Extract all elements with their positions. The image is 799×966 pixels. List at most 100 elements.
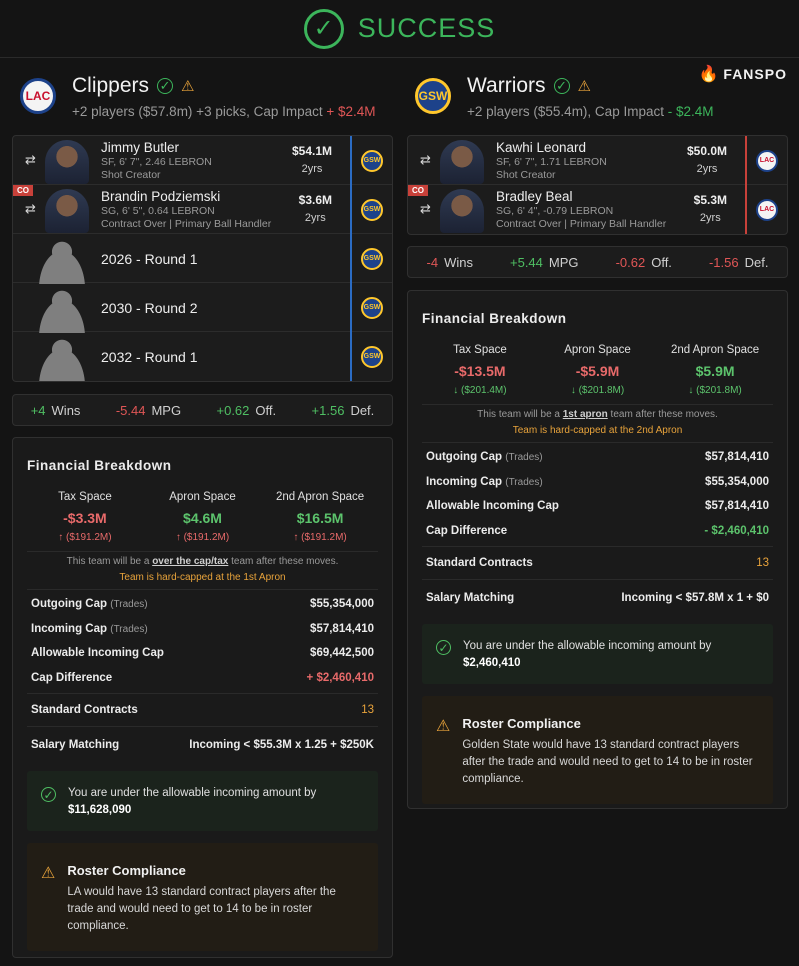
row-label: Cap Difference bbox=[31, 671, 113, 684]
team-status-note: This team will be a over the cap/tax tea… bbox=[27, 556, 378, 567]
player-row[interactable]: CO ⇄ Brandin Podziemski SG, 6' 5", 0.64 … bbox=[13, 185, 392, 234]
row-label: Standard Contracts bbox=[426, 557, 533, 570]
row-value: $57,814,410 bbox=[705, 451, 769, 464]
space-columns: Tax Space -$3.3M ↑ ($191.2M) Apron Space… bbox=[27, 491, 378, 543]
hard-cap-note: Team is hard-capped at the 1st Apron bbox=[119, 572, 286, 583]
player-row[interactable]: ⇄ Jimmy Butler SF, 6' 7", 2.46 LEBRON Sh… bbox=[13, 136, 392, 185]
team-summary: +2 players ($55.4m), Cap Impact - $2.4M bbox=[467, 104, 714, 119]
player-headshot bbox=[440, 140, 484, 184]
swap-icon[interactable]: ⇄ bbox=[25, 152, 36, 168]
player-name[interactable]: Bradley Beal bbox=[496, 189, 666, 204]
row-value: 13 bbox=[756, 557, 769, 570]
status-link[interactable]: 1st apron bbox=[563, 409, 608, 420]
row-tag: (Trades) bbox=[110, 623, 148, 635]
warning-icon: ⚠ bbox=[577, 78, 591, 95]
pick-row[interactable]: 2032 - Round 1 GSW bbox=[13, 332, 392, 381]
second-apron-space: 2nd Apron Space $16.5M ↑ ($191.2M) bbox=[262, 491, 378, 543]
row-tag: (Trades) bbox=[505, 452, 543, 464]
destination-team[interactable]: GSW bbox=[350, 185, 392, 234]
tax-space: Tax Space -$3.3M ↑ ($191.2M) bbox=[27, 491, 143, 543]
row-tag: (Trades) bbox=[110, 599, 148, 611]
row-value: $55,354,000 bbox=[705, 475, 769, 488]
team-header-right: GSW Warriors ✓ ⚠ +2 players ($55.4m), Ca… bbox=[415, 74, 714, 119]
player-name[interactable]: Kawhi Leonard bbox=[496, 140, 607, 155]
notice-amount: $11,628,090 bbox=[68, 804, 132, 816]
stat-def: +1.56 Def. bbox=[312, 403, 375, 418]
row-label: Outgoing Cap bbox=[31, 598, 108, 611]
row-label: Outgoing Cap bbox=[426, 451, 503, 464]
player-name[interactable]: Jimmy Butler bbox=[101, 140, 212, 155]
col-threshold: ↓ ($201.8M) bbox=[570, 385, 625, 396]
impact-stats-right: -4 Wins +5.44 MPG -0.62 Off. -1.56 Def. bbox=[407, 246, 788, 278]
player-row[interactable]: ⇄ Kawhi Leonard SF, 6' 7", 1.71 LEBRON S… bbox=[408, 136, 787, 185]
player-name[interactable]: Brandin Podziemski bbox=[101, 189, 271, 204]
row-value: + $2,460,410 bbox=[306, 671, 374, 684]
warning-title: Roster Compliance bbox=[462, 716, 581, 731]
row-label: Incoming Cap bbox=[31, 622, 108, 635]
outgoing-cap-row: Outgoing Cap (Trades) $57,814,410 bbox=[426, 445, 769, 470]
allowable-cap-row: Allowable Incoming Cap $57,814,410 bbox=[426, 494, 769, 519]
player-role: Shot Creator bbox=[101, 169, 161, 181]
summary-text: +2 players ($55.4m), Cap Impact bbox=[467, 104, 664, 119]
contract-years: 2yrs bbox=[696, 163, 718, 175]
summary-text: +2 players ($57.8m) +3 picks, Cap Impact bbox=[72, 104, 323, 119]
stat-mpg: -5.44 MPG bbox=[116, 403, 181, 418]
col-value: -$13.5M bbox=[454, 363, 506, 379]
incoming-assets-right: ⇄ Kawhi Leonard SF, 6' 7", 1.71 LEBRON S… bbox=[407, 135, 788, 235]
tax-space: Tax Space -$13.5M ↓ ($201.4M) bbox=[422, 344, 538, 396]
warning-icon: ⚠ bbox=[181, 78, 195, 95]
roster-compliance-warning: ⚠ Roster Compliance LA would have 13 sta… bbox=[27, 843, 378, 951]
placeholder-avatar-icon bbox=[31, 336, 93, 381]
clippers-logo-icon: LAC bbox=[20, 78, 56, 114]
swap-icon[interactable]: ⇄ bbox=[25, 201, 36, 217]
cap-difference-row: Cap Difference - $2,460,410 bbox=[426, 519, 769, 544]
clippers-logo-icon: LAC bbox=[756, 198, 778, 221]
player-meta: SF, 6' 7", 1.71 LEBRON bbox=[496, 156, 607, 168]
destination-team[interactable]: GSW bbox=[350, 234, 392, 283]
row-value: $57,814,410 bbox=[705, 500, 769, 513]
row-label: Salary Matching bbox=[31, 738, 120, 751]
stat-value: +4 bbox=[30, 402, 46, 418]
under-allowable-notice: ✓ You are under the allowable incoming a… bbox=[422, 624, 773, 684]
swap-icon[interactable]: ⇄ bbox=[420, 201, 431, 217]
stat-def: -1.56 Def. bbox=[709, 255, 768, 270]
player-row[interactable]: CO ⇄ Bradley Beal SG, 6' 4", -0.79 LEBRO… bbox=[408, 185, 787, 234]
warning-icon: ⚠ bbox=[436, 718, 451, 735]
destination-team[interactable]: GSW bbox=[350, 332, 392, 381]
player-salary: $50.0M bbox=[686, 144, 727, 158]
check-circle-icon: ✓ bbox=[436, 640, 451, 655]
warriors-logo-icon: GSW bbox=[361, 247, 383, 270]
under-allowable-notice: ✓ You are under the allowable incoming a… bbox=[27, 771, 378, 831]
warriors-logo-icon: GSW bbox=[415, 78, 451, 114]
stat-label: Wins bbox=[444, 254, 473, 270]
contract-over-badge: CO bbox=[408, 185, 428, 196]
row-value: Incoming < $55.3M x 1.25 + $250K bbox=[189, 738, 374, 751]
destination-team[interactable]: GSW bbox=[350, 283, 392, 332]
destination-team[interactable]: LAC bbox=[745, 185, 787, 234]
destination-team[interactable]: LAC bbox=[745, 136, 787, 185]
pick-row[interactable]: 2026 - Round 1 GSW bbox=[13, 234, 392, 284]
stat-label: Off. bbox=[651, 254, 672, 270]
cap-difference-row: Cap Difference + $2,460,410 bbox=[31, 666, 374, 691]
pick-row[interactable]: 2030 - Round 2 GSW bbox=[13, 283, 392, 333]
allowable-cap-row: Allowable Incoming Cap $69,442,500 bbox=[31, 641, 374, 666]
destination-team[interactable]: GSW bbox=[350, 136, 392, 185]
col-label: Tax Space bbox=[453, 344, 507, 356]
warning-text: LA would have 13 standard contract playe… bbox=[67, 886, 336, 932]
notice-text: You are under the allowable incoming amo… bbox=[463, 640, 712, 652]
clippers-logo-icon: LAC bbox=[756, 149, 778, 172]
stat-label: Def. bbox=[350, 402, 375, 418]
contract-over-badge: CO bbox=[13, 185, 33, 196]
swap-icon[interactable]: ⇄ bbox=[420, 152, 431, 168]
stat-value: +5.44 bbox=[510, 254, 543, 270]
col-threshold: ↑ ($191.2M) bbox=[58, 532, 112, 543]
status-link[interactable]: over the cap/tax bbox=[152, 556, 228, 567]
stat-label: MPG bbox=[548, 254, 579, 270]
financial-breakdown-right: Financial Breakdown Tax Space -$13.5M ↓ … bbox=[407, 290, 788, 809]
salary-matching-row: Salary Matching Incoming < $57.8M x 1 + $… bbox=[426, 586, 769, 611]
player-headshot bbox=[440, 189, 484, 233]
row-label: Cap Difference bbox=[426, 524, 508, 537]
contract-years: 2yrs bbox=[301, 163, 323, 175]
player-role: Contract Over | Primary Ball Handler bbox=[496, 218, 667, 230]
note-prefix: This team will be a bbox=[66, 556, 150, 567]
